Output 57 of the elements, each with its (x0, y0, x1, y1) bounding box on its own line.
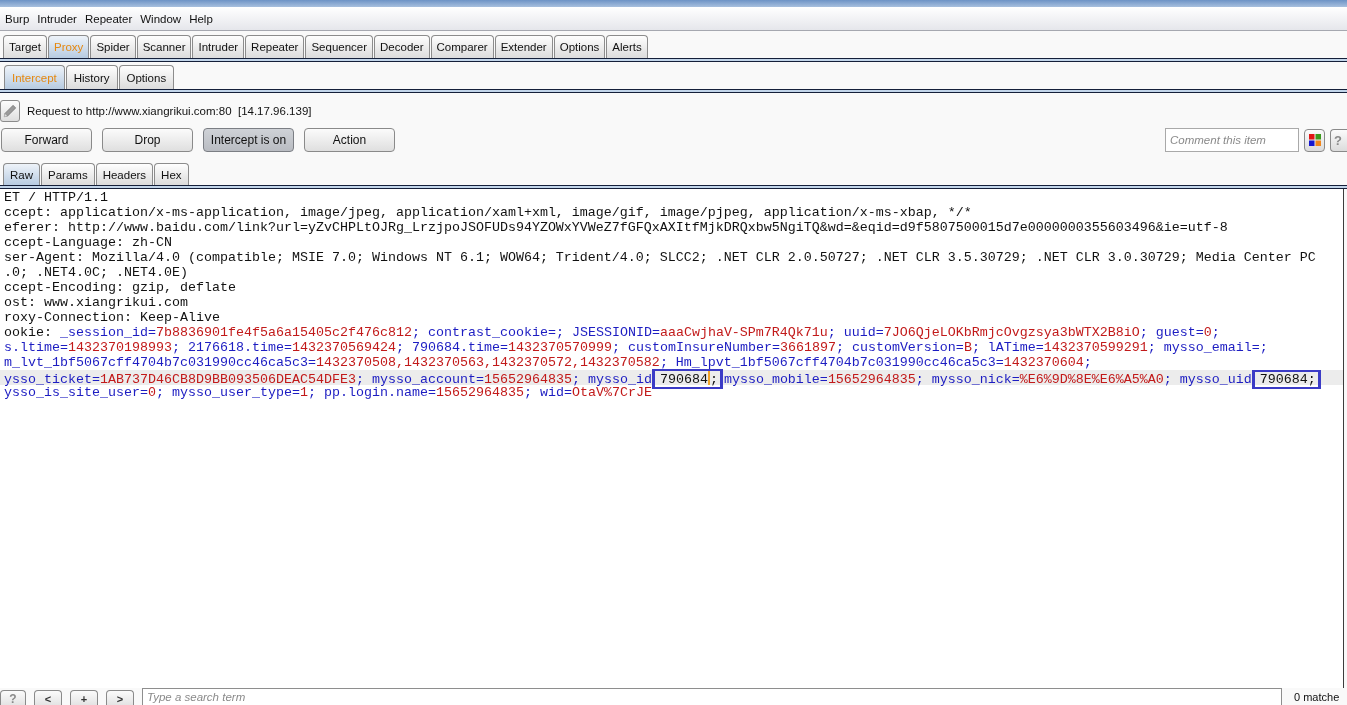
code-text: roxy-Connection: Keep-Alive (4, 310, 220, 325)
menu-item[interactable]: Intruder (36, 12, 78, 25)
main-tab[interactable]: Extender (494, 35, 553, 58)
request-target: Request to http://www.xiangrikui.com:80 [14.17.96.139] (27, 105, 312, 117)
sub-tab[interactable]: Options (118, 65, 175, 89)
code-text: ookie: _session_id=7b8836901fe4f5a6a15405c2f476c812; contrast_cookie=; JSESSIONID=aaaCwjhaV-SPm7R4Qk71u; uuid=7JO6QjeLOKbRmjcOvgzsya3bWTX2B8iO; guest=0; (4, 325, 1220, 340)
code-text: s.ltime=1432370198993; 2176618.time=1432370569424; 790684.time=1432370570999; customInsureNumber=3661897; customVersion=B; lATime=1432370599291; mysso_email=; (4, 340, 1268, 355)
code-text: .0; .NET4.0C; .NET4.0E) (4, 265, 188, 280)
forward-button[interactable]: Forward (1, 128, 92, 152)
code-text: ccept-Encoding: gzip, deflate (4, 280, 236, 295)
match-count: 0 matche (1294, 690, 1340, 703)
main-tab[interactable]: Spider (90, 35, 136, 58)
text-cursor-icon (707, 371, 710, 385)
code-text: 790684; (1259, 372, 1316, 387)
next-button[interactable]: > (106, 690, 134, 705)
main-tab[interactable]: Options (553, 35, 606, 58)
code-text: ccept-Language: zh-CN (4, 235, 172, 250)
main-tab[interactable]: Sequencer (305, 35, 374, 58)
previous-button[interactable]: < (34, 690, 62, 705)
code-text: ccept: application/x-ms-application, image/jpeg, application/xaml+xml, image/gif, image/pjpeg, application/x-ms-xbap, */* (4, 205, 972, 220)
add-button[interactable]: + (70, 690, 98, 705)
menu-item[interactable]: Burp (4, 12, 31, 25)
message-tab[interactable]: Hex (154, 163, 189, 185)
code-text: ost: www.xiangrikui.com (4, 295, 188, 310)
search-field[interactable]: Type a search term (142, 688, 1282, 705)
comment-field[interactable]: Comment this item (1165, 128, 1299, 152)
code-text: 790684 (659, 372, 708, 387)
edit-button[interactable] (0, 100, 20, 122)
message-tab[interactable]: Raw (3, 163, 40, 185)
message-tab[interactable]: Params (41, 163, 95, 185)
main-tab[interactable]: Comparer (430, 35, 494, 58)
code-text: ysso_is_site_user=0; mysso_user_type=1; pp.login.name=15652964835; wid=OtaV%7CrJE (4, 385, 652, 400)
action-button[interactable]: Action (304, 128, 395, 152)
code-text: m_lvt_1bf5067cff4704b7c031990cc46ca5c3=1432370508,1432370563,1432370572,1432370582; Hm_lpvt_1bf5067cff4704b7c031990cc46ca5c3=1432370604; (4, 355, 1092, 370)
code-text: ET / HTTP/1.1 (4, 190, 108, 205)
code-text: mysso_mobile=15652964835; mysso_nick=%E6%9D%8E%E6%A5%A0; mysso_uid (722, 372, 1252, 387)
menu-item[interactable]: Help (188, 12, 214, 25)
pencil-icon (3, 104, 17, 118)
menu-item[interactable]: Window (139, 12, 183, 25)
intercept-toggle-button[interactable]: Intercept is on (203, 128, 294, 152)
main-tab[interactable]: Decoder (374, 35, 430, 58)
message-tab[interactable]: Headers (95, 163, 154, 185)
sub-tab[interactable]: History (65, 65, 118, 89)
request-editor[interactable] (0, 189, 1344, 688)
menu-item[interactable]: Repeater (83, 12, 134, 25)
main-tab[interactable]: Alerts (606, 35, 648, 58)
code-text: ser-Agent: Mozilla/4.0 (compatible; MSIE 7.0; Windows NT 6.1; WOW64; Trident/4.0; SLCC2; .NET CLR 2.0.50727; .NET CLR 3.5.30729; .NET CLR 3.0.30729; Media Center PC (4, 250, 1316, 265)
main-tab[interactable]: Repeater (245, 35, 305, 58)
main-tab[interactable]: Intruder (192, 35, 245, 58)
squares-grid-icon (1308, 134, 1321, 146)
drop-button[interactable]: Drop (102, 128, 193, 152)
main-tab[interactable]: Target (3, 35, 47, 58)
code-text: ysso_ticket=1AB737D46CB8D9BB093506DEAC54DFE3; mysso_account=15652964835; mysso_id (4, 372, 652, 387)
main-tab[interactable]: Scanner (136, 35, 192, 58)
highlight-picker-button[interactable] (1304, 128, 1325, 152)
code-text: ; (709, 372, 718, 387)
code-text: eferer: http://www.baidu.com/link?url=yZvCHPLtOJRg_LrzjpoJSOFUDs94YZOWxYVWeZ7fGFQxAXItfMjkDRQxbw5NgiTQ&wd=&eqid=d9f5807500015d7e0000000355603496&ie=utf-8 (4, 220, 1228, 235)
